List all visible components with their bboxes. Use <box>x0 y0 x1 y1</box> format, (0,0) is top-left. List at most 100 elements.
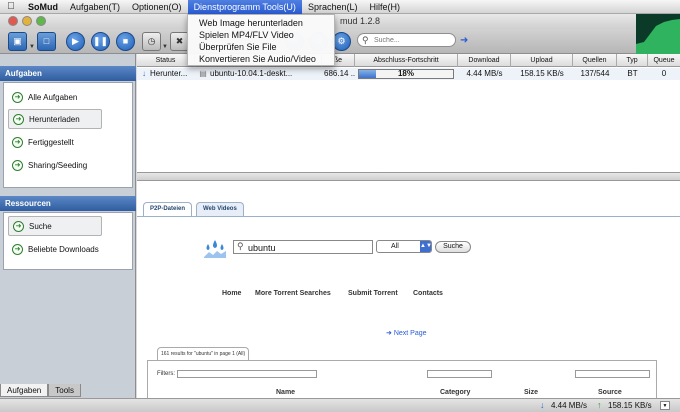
sidebar-tasks-panel: ➜ Alle Aufgaben ➜ Herunterladen ➜ Fertig… <box>3 82 133 188</box>
web-search-view: P2P-Dateien Web Videos ⚲ All ▲▼ Suche Ho… <box>137 181 680 398</box>
web-search-button[interactable]: Suche <box>435 241 471 253</box>
sidebar-item-completed[interactable]: ➜ Fertiggestellt <box>8 132 74 152</box>
search-go-icon[interactable]: ➜ <box>460 35 468 46</box>
arrow-right-icon: ➜ <box>12 136 23 148</box>
new-task-dropdown-icon[interactable]: ▼ <box>29 44 35 50</box>
sidebar-item-seeding[interactable]: ➜ Sharing/Seeding <box>8 155 87 175</box>
results-column-source[interactable]: Source <box>598 389 622 396</box>
search-icon: ⚲ <box>237 241 244 251</box>
status-upload-speed: 158.15 KB/s <box>608 401 652 410</box>
speed-graph-plot <box>636 19 680 54</box>
table-row[interactable]: ↓ Herunter... ▤ ubuntu-10.04.1-deskt... … <box>137 68 680 80</box>
row-sources: 137/544 <box>580 69 610 78</box>
close-window-button[interactable] <box>8 16 18 26</box>
filters-label: Filters: <box>157 371 175 377</box>
apple-icon[interactable]:  <box>0 1 22 12</box>
file-icon: ▤ <box>199 69 207 78</box>
tab-p2p-files[interactable]: P2P-Dateien <box>143 202 193 216</box>
speed-graph <box>636 14 680 54</box>
download-speed-icon: ↓ <box>540 400 545 410</box>
row-progress-label: 18% <box>397 69 414 78</box>
status-bar: ↓ 4.44 MB/s ↑ 158.15 KB/s ▼ <box>0 398 680 412</box>
minimize-window-button[interactable] <box>22 16 32 26</box>
new-task-button[interactable]: ▣ <box>8 32 27 51</box>
title-bar: mud 1.2.8 <box>0 14 680 29</box>
menu-dienstprogramm-tools[interactable]: Dienstprogramm Tools(U) <box>187 0 302 14</box>
arrow-right-icon: ➜ <box>12 243 23 255</box>
tab-aufgaben[interactable]: Aufgaben <box>0 384 49 397</box>
results-column-size[interactable]: Size <box>524 389 538 396</box>
row-type: BT <box>627 69 638 78</box>
window-title: mud 1.2.8 <box>340 16 381 26</box>
open-folder-button[interactable]: □ <box>37 32 56 51</box>
menu-item-check-file[interactable]: Überprüfen Sie File <box>188 41 334 53</box>
menu-item-convert-audio-video[interactable]: Konvertieren Sie Audio/Video <box>188 53 334 65</box>
zoom-window-button[interactable] <box>36 16 46 26</box>
link-home[interactable]: Home <box>222 290 241 297</box>
sidebar-item-all-tasks[interactable]: ➜ Alle Aufgaben <box>8 87 77 107</box>
menu-hilfe[interactable]: Hilfe(H) <box>363 0 406 14</box>
web-search-field[interactable]: ⚲ <box>233 240 373 254</box>
pause-button[interactable]: ❚❚ <box>91 32 110 51</box>
sidebar: Aufgaben ➜ Alle Aufgaben ➜ Herunterladen… <box>0 54 136 398</box>
schedule-button[interactable]: ◷ <box>142 32 161 51</box>
sidebar-item-label: Sharing/Seeding <box>28 160 88 170</box>
sidebar-item-downloading[interactable]: ➜ Herunterladen <box>8 109 102 129</box>
link-more-torrent-searches[interactable]: More Torrent Searches <box>255 290 331 297</box>
column-upload[interactable]: Upload <box>511 54 573 67</box>
row-size: 686.14 ... <box>324 69 355 78</box>
toolbar-search-input[interactable] <box>374 35 452 46</box>
web-search-input[interactable] <box>248 242 368 253</box>
column-queue[interactable]: Queue <box>648 54 680 67</box>
download-arrow-icon: ↓ <box>142 69 146 78</box>
row-name: ubuntu-10.04.1-deskt... <box>210 69 293 78</box>
sidebar-resources-panel: ➜ Suche ➜ Beliebte Downloads <box>3 212 133 270</box>
results-summary-tab[interactable]: 161 results for "ubuntu" in page 1 (All) <box>157 347 250 360</box>
results-column-category[interactable]: Category <box>440 389 470 396</box>
filter-source-input[interactable] <box>575 370 650 378</box>
category-select[interactable]: All ▲▼ <box>376 240 432 253</box>
filter-category-input[interactable] <box>427 370 492 378</box>
link-submit-torrent[interactable]: Submit Torrent <box>348 290 398 297</box>
sidebar-bottom-tabs: Aufgaben Tools <box>0 384 136 398</box>
tab-tools[interactable]: Tools <box>48 384 81 397</box>
row-progress-bar: 18% <box>358 69 454 79</box>
sidebar-resources-header: Ressourcen <box>0 196 136 211</box>
results-column-name[interactable]: Name <box>276 389 295 396</box>
column-type[interactable]: Typ <box>617 54 648 67</box>
task-table: Status ße Abschluss-Fortschritt Download… <box>137 54 680 172</box>
menu-app-name[interactable]: SoMud <box>22 0 64 14</box>
sidebar-tasks-header: Aufgaben <box>0 66 136 81</box>
menu-item-web-image-download[interactable]: Web Image herunterladen <box>188 17 334 29</box>
speed-graph-area <box>636 19 680 54</box>
toolbar-search[interactable]: ⚲ <box>357 33 456 47</box>
link-contacts[interactable]: Contacts <box>413 290 443 297</box>
arrow-right-icon: ➜ <box>12 159 23 171</box>
play-button[interactable]: ▶ <box>66 32 85 51</box>
row-download: 4.44 MB/s <box>466 69 503 78</box>
sidebar-item-popular-downloads[interactable]: ➜ Beliebte Downloads <box>8 239 99 259</box>
filter-name-input[interactable] <box>177 370 317 378</box>
stop-button[interactable]: ■ <box>116 32 135 51</box>
column-download[interactable]: Download <box>458 54 511 67</box>
tab-web-videos[interactable]: Web Videos <box>196 202 244 216</box>
sidebar-item-label: Fertiggestellt <box>28 137 74 147</box>
schedule-dropdown-icon[interactable]: ▼ <box>162 44 168 50</box>
menu-item-play-video[interactable]: Spielen MP4/FLV Video <box>188 29 334 41</box>
sidebar-item-label: Suche <box>29 221 52 231</box>
pane-splitter[interactable] <box>137 172 680 181</box>
status-menu-icon[interactable]: ▼ <box>660 401 670 410</box>
menu-sprachen[interactable]: Sprachen(L) <box>302 0 364 14</box>
menu-aufgaben[interactable]: Aufgaben(T) <box>64 0 126 14</box>
menu-optionen[interactable]: Optionen(O) <box>126 0 188 14</box>
sidebar-item-search[interactable]: ➜ Suche <box>8 216 102 236</box>
column-sources[interactable]: Quellen <box>573 54 617 67</box>
sidebar-item-label: Alle Aufgaben <box>28 92 78 102</box>
next-page-link[interactable]: ➜ Next Page <box>386 329 427 337</box>
column-progress[interactable]: Abschluss-Fortschritt <box>355 54 458 67</box>
sidebar-item-label: Herunterladen <box>29 114 80 124</box>
next-arrow-icon: ➜ <box>386 330 394 337</box>
sidebar-item-label: Beliebte Downloads <box>28 244 99 254</box>
row-queue: 0 <box>661 69 667 78</box>
menu-bar:  SoMud Aufgaben(T) Optionen(O) Dienstpr… <box>0 0 680 14</box>
